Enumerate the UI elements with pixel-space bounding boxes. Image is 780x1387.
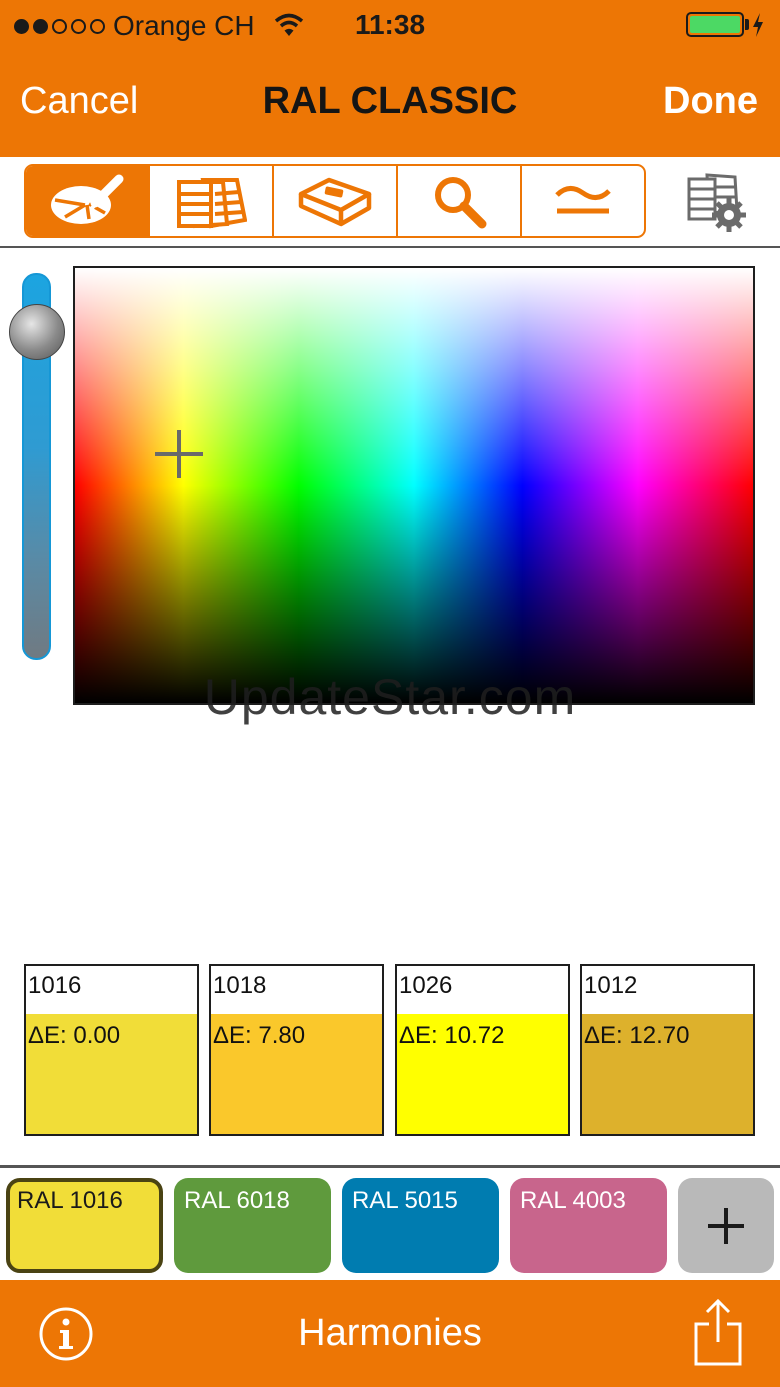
battery-icon (686, 12, 744, 37)
top-bar: Orange CH 11:38 Cancel RAL CLASSIC Done (0, 0, 780, 157)
tab-eraser[interactable] (274, 166, 398, 236)
status-bar: Orange CH 11:38 (0, 0, 780, 52)
swatch-settings-button[interactable] (684, 170, 750, 236)
palette-chip-ral-4003[interactable]: RAL 4003 (510, 1178, 667, 1273)
color-picker-icon (51, 174, 124, 224)
color-fan-icon (177, 178, 247, 229)
color-picker-field[interactable] (73, 266, 755, 705)
mode-segmented-control (24, 164, 646, 238)
match-card[interactable]: 1018 ΔE: 7.80 (209, 964, 384, 1136)
brightness-slider-thumb[interactable] (9, 304, 65, 360)
approximate-icon (555, 186, 611, 214)
match-card-code: 1016 (28, 972, 82, 999)
match-card[interactable]: 1016 ΔE: 0.00 (24, 964, 199, 1136)
match-card[interactable]: 1012 ΔE: 12.70 (580, 964, 755, 1136)
match-card-code: 1012 (584, 972, 638, 999)
bottom-bar: Harmonies (0, 1280, 780, 1387)
match-card-code: 1018 (213, 972, 267, 999)
plus-icon (708, 1207, 744, 1244)
tab-approximate[interactable] (522, 166, 644, 236)
palette-chip-ral-5015[interactable]: RAL 5015 (342, 1178, 499, 1273)
harmonies-button[interactable]: Harmonies (0, 1312, 780, 1355)
match-card-code: 1026 (399, 972, 453, 999)
match-card-delta: ΔE: 0.00 (28, 1022, 121, 1049)
palette-chip-ral-1016[interactable]: RAL 1016 (6, 1178, 163, 1273)
swatch-settings-icon (687, 173, 746, 232)
match-card-delta: ΔE: 7.80 (213, 1022, 306, 1049)
match-card[interactable]: 1026 ΔE: 10.72 (395, 964, 570, 1136)
status-time: 11:38 (354, 9, 426, 40)
done-button[interactable]: Done (663, 80, 758, 123)
crosshair-icon[interactable] (153, 428, 205, 480)
battery-tip (745, 19, 749, 30)
add-color-button[interactable] (678, 1178, 774, 1273)
tab-color-fan[interactable] (150, 166, 274, 236)
tab-color-picker[interactable] (26, 166, 150, 236)
toolbar-divider (0, 246, 780, 248)
eraser-icon (298, 177, 372, 227)
share-icon[interactable] (692, 1298, 744, 1368)
match-card-delta: ΔE: 10.72 (399, 1022, 505, 1049)
palette-bar: RAL 1016 RAL 6018 RAL 5015 RAL 4003 (0, 1168, 780, 1280)
palette-chip-ral-6018[interactable]: RAL 6018 (174, 1178, 331, 1273)
match-cards: 1016 ΔE: 0.00 1018 ΔE: 7.80 1026 ΔE: 10.… (24, 964, 756, 1136)
charging-icon (753, 13, 763, 37)
tab-search[interactable] (398, 166, 522, 236)
watermark: UpdateStar.com (203, 669, 577, 725)
match-card-delta: ΔE: 12.70 (584, 1022, 690, 1049)
search-icon (435, 177, 487, 229)
